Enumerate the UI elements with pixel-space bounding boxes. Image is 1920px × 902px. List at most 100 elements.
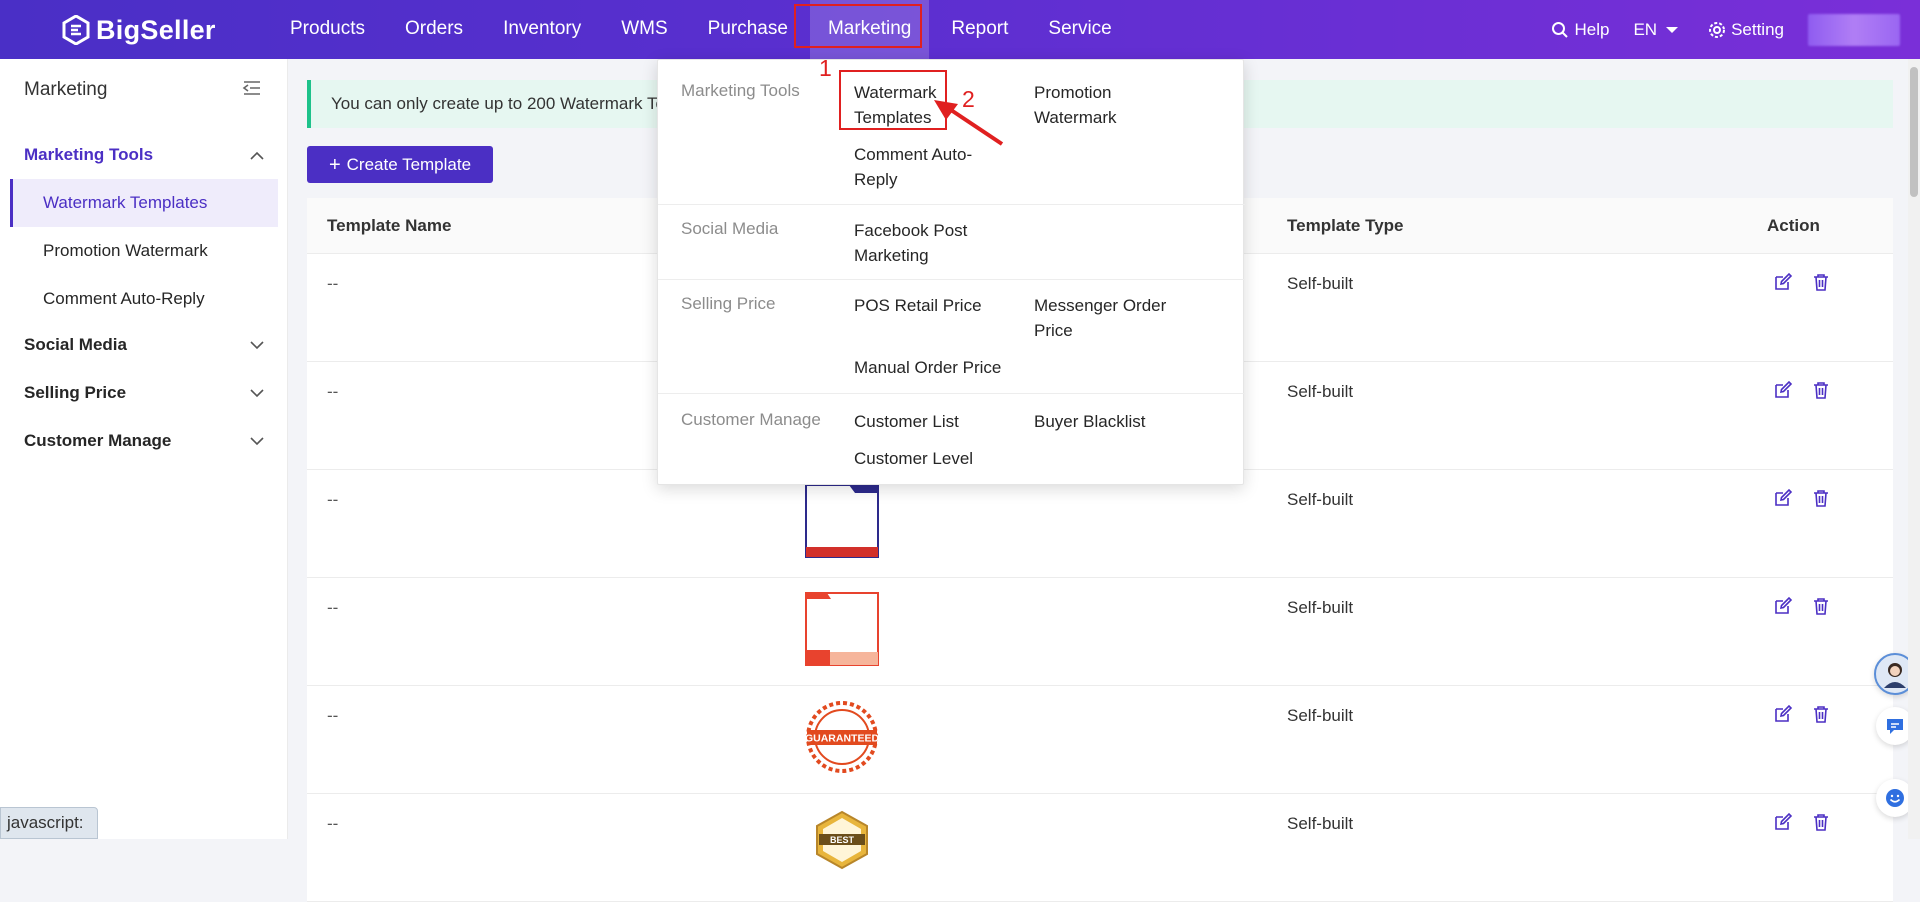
brand-name: BigSeller [96,14,216,45]
watermark-thumbnail[interactable] [805,592,879,666]
smile-icon [1886,789,1904,807]
sidebar-group-label: Social Media [24,335,127,354]
delete-icon[interactable] [1811,272,1831,292]
menu-item-promotion-watermark[interactable]: Promotion Watermark [1034,80,1144,130]
nav-service[interactable]: Service [1048,0,1111,59]
dropdown-category: Selling Price [681,294,776,313]
delete-icon[interactable] [1811,596,1831,616]
browser-status-tooltip: javascript: [0,807,98,839]
sidebar-item-comment-auto-reply[interactable]: Comment Auto-Reply [10,275,278,323]
chevron-up-icon [250,151,264,160]
help-label: Help [1574,19,1610,39]
sidebar-group-label: Marketing Tools [24,145,154,164]
table-row: -- Self-built [307,470,1893,578]
sidebar-group-selling-price[interactable]: Selling Price [24,383,264,403]
top-navigation-bar: BigSeller Products Orders Inventory WMS … [0,0,1920,59]
help-link[interactable]: Help [1551,20,1609,40]
scrollbar-thumb[interactable] [1910,67,1918,197]
template-name: -- [327,814,339,833]
brand-logo[interactable]: BigSeller [62,14,216,46]
row-actions [1773,272,1831,292]
create-template-label: Create Template [346,154,472,174]
user-account-menu[interactable] [1808,13,1900,46]
template-name: -- [327,382,339,401]
nav-inventory[interactable]: Inventory [503,0,581,59]
template-type: Self-built [1287,490,1354,509]
plus-icon: + [328,153,341,176]
chevron-down-icon [250,436,264,445]
delete-icon[interactable] [1811,488,1831,508]
best-badge-thumbnail[interactable]: BEST [805,810,879,884]
collapse-sidebar-icon[interactable] [242,80,262,96]
col-template-type: Template Type [1287,216,1404,235]
sidebar-item-promotion-watermark[interactable]: Promotion Watermark [10,227,278,275]
language-label: EN [1633,19,1658,39]
bigseller-logo-icon [62,15,90,45]
caret-down-icon [1666,26,1679,33]
edit-icon[interactable] [1773,488,1793,508]
delete-icon[interactable] [1811,380,1831,400]
menu-item-customer-list[interactable]: Customer List [854,409,1004,434]
row-actions [1773,704,1831,724]
menu-item-pos-retail-price[interactable]: POS Retail Price [854,293,1014,318]
chevron-down-icon [250,388,264,397]
chevron-down-icon [250,340,264,349]
col-template-name: Template Name [327,216,452,235]
template-name: -- [327,598,339,617]
delete-icon[interactable] [1811,812,1831,832]
badge-text: GUARANTEED [805,733,879,745]
badge-text: BEST [830,835,855,845]
edit-icon[interactable] [1773,812,1793,832]
sidebar-group-social-media[interactable]: Social Media [24,335,264,355]
annotation-highlight-marketing [794,4,922,48]
sidebar-item-watermark-templates[interactable]: Watermark Templates [10,179,278,227]
sidebar-group-marketing-tools[interactable]: Marketing Tools [24,145,264,165]
edit-icon[interactable] [1773,272,1793,292]
template-name: -- [327,274,339,293]
watermark-thumbnail[interactable] [805,484,879,558]
menu-item-facebook-post-marketing[interactable]: Facebook Post Marketing [854,218,984,268]
nav-purchase[interactable]: Purchase [708,0,788,59]
sidebar-title: Marketing [24,79,108,100]
gear-icon [1709,21,1726,38]
language-select[interactable]: EN [1633,20,1684,40]
dropdown-category: Marketing Tools [681,81,800,100]
annotation-arrow [934,100,1004,146]
dropdown-category: Customer Manage [681,410,821,429]
nav-products[interactable]: Products [290,0,365,59]
dropdown-section-social-media: Social Media Facebook Post Marketing [658,205,1245,280]
menu-item-customer-level[interactable]: Customer Level [854,446,1004,471]
table-row: -- GUARANTEED Self-built [307,686,1893,794]
menu-item-buyer-blacklist[interactable]: Buyer Blacklist [1034,409,1184,434]
annotation-step-1: 1 [819,55,832,81]
nav-report[interactable]: Report [951,0,1008,59]
dropdown-section-selling-price: Selling Price POS Retail Price Messenger… [658,280,1245,394]
sidebar: Marketing Marketing Tools Watermark Temp… [0,59,288,839]
template-type: Self-built [1287,814,1354,833]
dropdown-section-customer-manage: Customer Manage Customer List Buyer Blac… [658,394,1245,486]
menu-item-manual-order-price[interactable]: Manual Order Price [854,355,1024,380]
sidebar-group-customer-manage[interactable]: Customer Manage [24,431,264,451]
main-nav: Products Orders Inventory WMS Purchase M… [270,0,1132,59]
edit-icon[interactable] [1773,596,1793,616]
edit-icon[interactable] [1773,380,1793,400]
create-template-button[interactable]: + Create Template [307,146,493,183]
edit-icon[interactable] [1773,704,1793,724]
sidebar-group-label: Selling Price [24,383,127,402]
sidebar-group-label: Customer Manage [24,431,172,450]
menu-item-messenger-order-price[interactable]: Messenger Order Price [1034,293,1184,343]
setting-label: Setting [1731,19,1784,39]
page-scrollbar[interactable] [1908,59,1920,839]
nav-wms[interactable]: WMS [621,0,667,59]
row-actions [1773,812,1831,832]
nav-orders[interactable]: Orders [405,0,463,59]
guaranteed-badge-thumbnail[interactable]: GUARANTEED [805,700,879,774]
delete-icon[interactable] [1811,704,1831,724]
template-type: Self-built [1287,274,1354,293]
template-type: Self-built [1287,706,1354,725]
table-row: -- Self-built [307,578,1893,686]
setting-link[interactable]: Setting [1708,20,1784,40]
row-actions [1773,596,1831,616]
avatar-icon [1884,663,1906,688]
menu-item-comment-auto-reply[interactable]: Comment Auto-Reply [854,142,984,192]
